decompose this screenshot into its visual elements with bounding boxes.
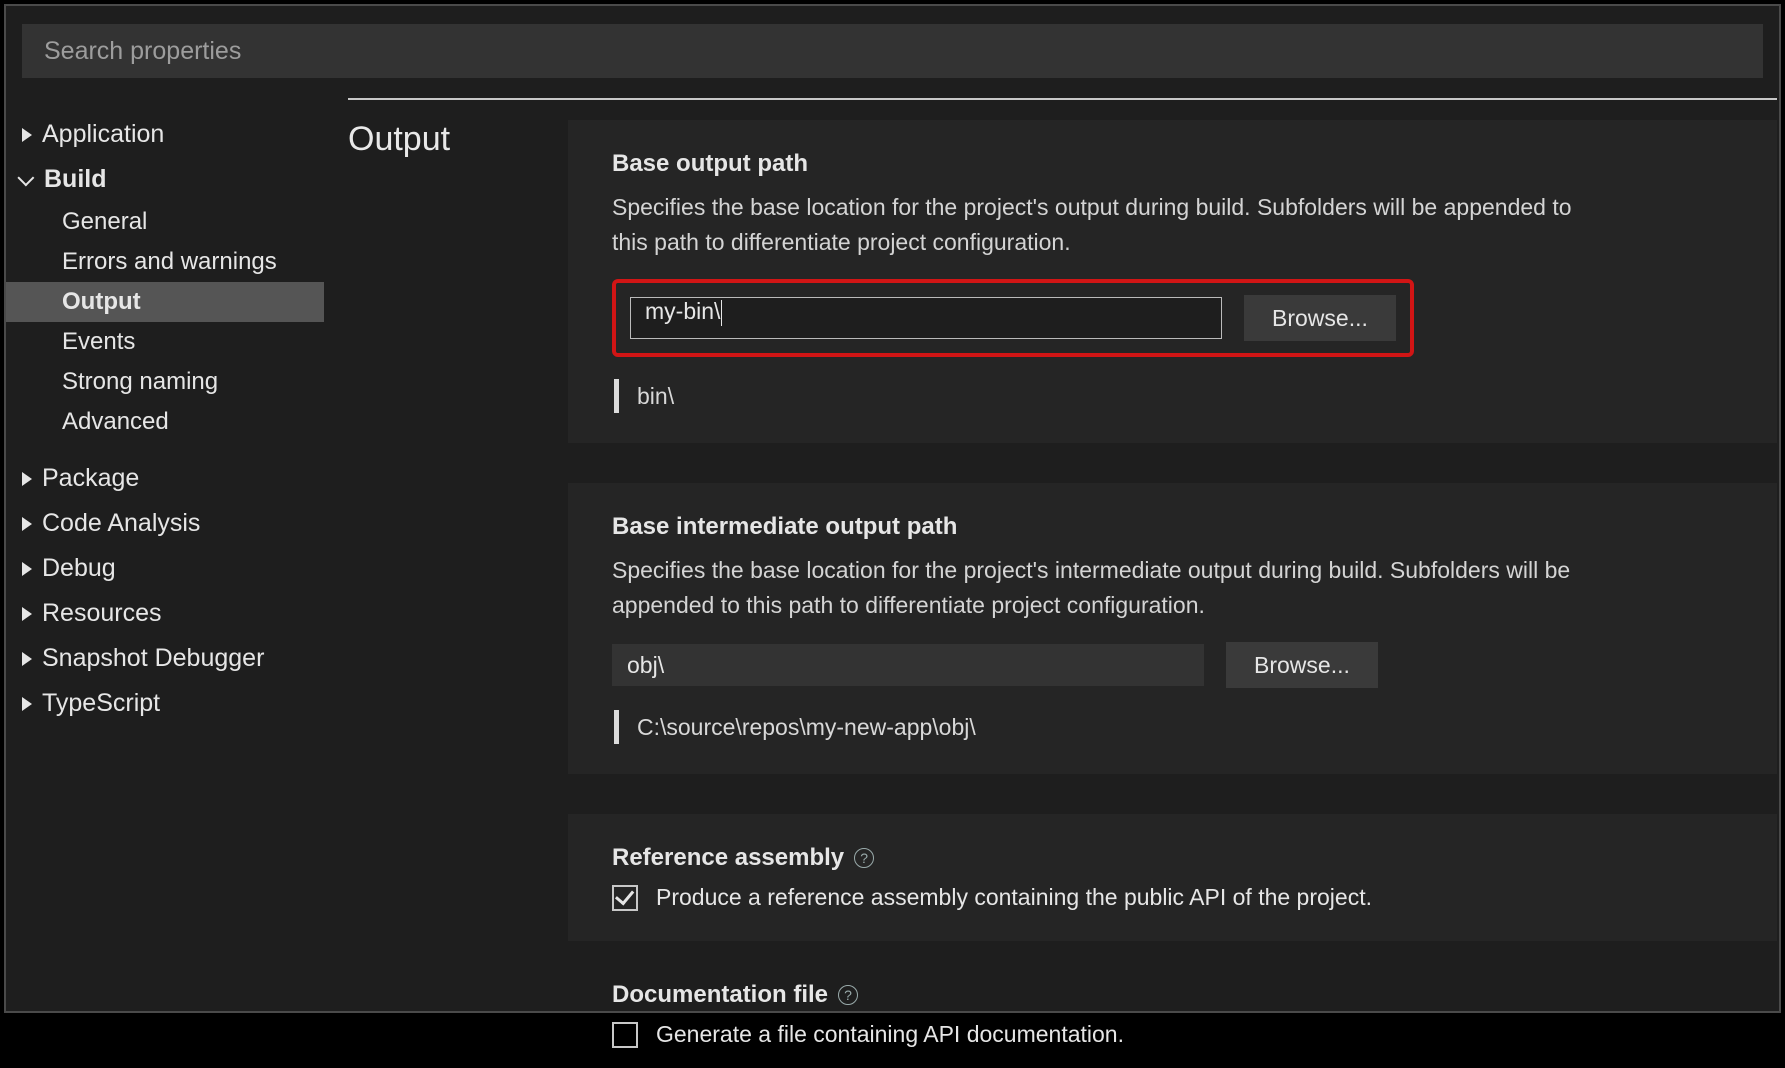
sidebar-item-application[interactable]: Application [6,112,348,157]
sidebar-item-label: Output [62,288,141,316]
checkbox-label: Generate a file containing API documenta… [656,1021,1124,1048]
sidebar-item-label: Application [42,120,164,149]
reference-assembly-checkbox-row: Produce a reference assembly containing … [612,884,1733,911]
properties-window: Search properties Application Build Gene… [4,4,1781,1013]
sidebar-item-package[interactable]: Package [6,456,348,501]
content-area: Output Base output path Specifies the ba… [348,98,1777,1011]
chevron-down-icon [17,169,34,186]
sidebar-item-label: Package [42,464,139,493]
intermediate-resolved-row: C:\source\repos\my-new-app\obj\ [612,710,1733,744]
sidebar-item-strong-naming[interactable]: Strong naming [6,362,348,402]
intermediate-resolved: C:\source\repos\my-new-app\obj\ [637,714,976,741]
base-output-path-input[interactable]: my-bin\ [630,297,1222,339]
sidebar-item-errors-warnings[interactable]: Errors and warnings [6,242,348,282]
settings-panels: Base output path Specifies the base loca… [568,120,1777,1011]
sidebar-item-label: General [62,208,147,236]
chevron-right-icon [22,652,32,666]
base-output-path-label: Base output path [612,150,1733,178]
sidebar-item-label: Code Analysis [42,509,200,538]
sidebar-item-label: Advanced [62,408,169,436]
sidebar-item-advanced[interactable]: Advanced [6,402,348,442]
sidebar-item-label: Debug [42,554,116,583]
chevron-right-icon [22,562,32,576]
body: Application Build General Errors and war… [6,98,1779,1011]
sidebar-item-general[interactable]: General [6,202,348,242]
sidebar-item-code-analysis[interactable]: Code Analysis [6,501,348,546]
sidebar-item-build[interactable]: Build [6,157,348,202]
sidebar-item-resources[interactable]: Resources [6,591,348,636]
browse-intermediate-button[interactable]: Browse... [1226,642,1378,688]
base-output-path-desc: Specifies the base location for the proj… [612,190,1612,259]
browse-base-output-button[interactable]: Browse... [1244,295,1396,341]
base-output-path-panel: Base output path Specifies the base loca… [568,120,1777,443]
checkbox-label: Produce a reference assembly containing … [656,884,1372,911]
base-intermediate-path-desc: Specifies the base location for the proj… [612,553,1612,622]
reference-assembly-panel: Reference assembly ? Produce a reference… [568,814,1777,941]
help-icon[interactable]: ? [838,985,858,1005]
sidebar-item-label: Errors and warnings [62,248,277,276]
base-output-resolved: bin\ [637,383,674,410]
chevron-right-icon [22,472,32,486]
highlighted-region: my-bin\ Browse... [612,279,1414,357]
sidebar-item-label: TypeScript [42,689,160,718]
documentation-file-checkbox-row: Generate a file containing API documenta… [612,1021,1733,1048]
help-icon[interactable]: ? [854,848,874,868]
page-title: Output [348,120,568,1011]
intermediate-input-row: Browse... [612,642,1733,688]
search-properties-input[interactable]: Search properties [22,24,1763,78]
sidebar-item-snapshot-debugger[interactable]: Snapshot Debugger [6,636,348,681]
documentation-file-section: Documentation file ? Generate a file con… [568,981,1777,1068]
sidebar-item-label: Events [62,328,135,356]
sidebar-item-typescript[interactable]: TypeScript [6,681,348,726]
reference-assembly-checkbox[interactable] [612,885,638,911]
base-intermediate-path-panel: Base intermediate output path Specifies … [568,483,1777,774]
sidebar-item-label: Strong naming [62,368,218,396]
sidebar-nav: Application Build General Errors and war… [6,98,348,1011]
chevron-right-icon [22,607,32,621]
documentation-file-checkbox[interactable] [612,1022,638,1048]
chevron-right-icon [22,517,32,531]
base-intermediate-path-input[interactable] [612,644,1204,686]
label-text: Documentation file [612,981,828,1009]
sidebar-item-label: Build [44,165,107,194]
chevron-right-icon [22,128,32,142]
sidebar-item-output[interactable]: Output [6,282,324,322]
sidebar-item-events[interactable]: Events [6,322,348,362]
label-text: Reference assembly [612,844,844,872]
chevron-right-icon [22,697,32,711]
input-value: my-bin\ [645,298,720,324]
indicator-bar [614,379,619,413]
sidebar-item-label: Snapshot Debugger [42,644,264,673]
indicator-bar [614,710,619,744]
text-caret [721,300,722,326]
base-intermediate-path-label: Base intermediate output path [612,513,1733,541]
sidebar-item-debug[interactable]: Debug [6,546,348,591]
base-output-resolved-row: bin\ [612,379,1733,413]
documentation-file-label: Documentation file ? [612,981,1733,1009]
sidebar-item-label: Resources [42,599,162,628]
reference-assembly-label: Reference assembly ? [612,844,1733,872]
